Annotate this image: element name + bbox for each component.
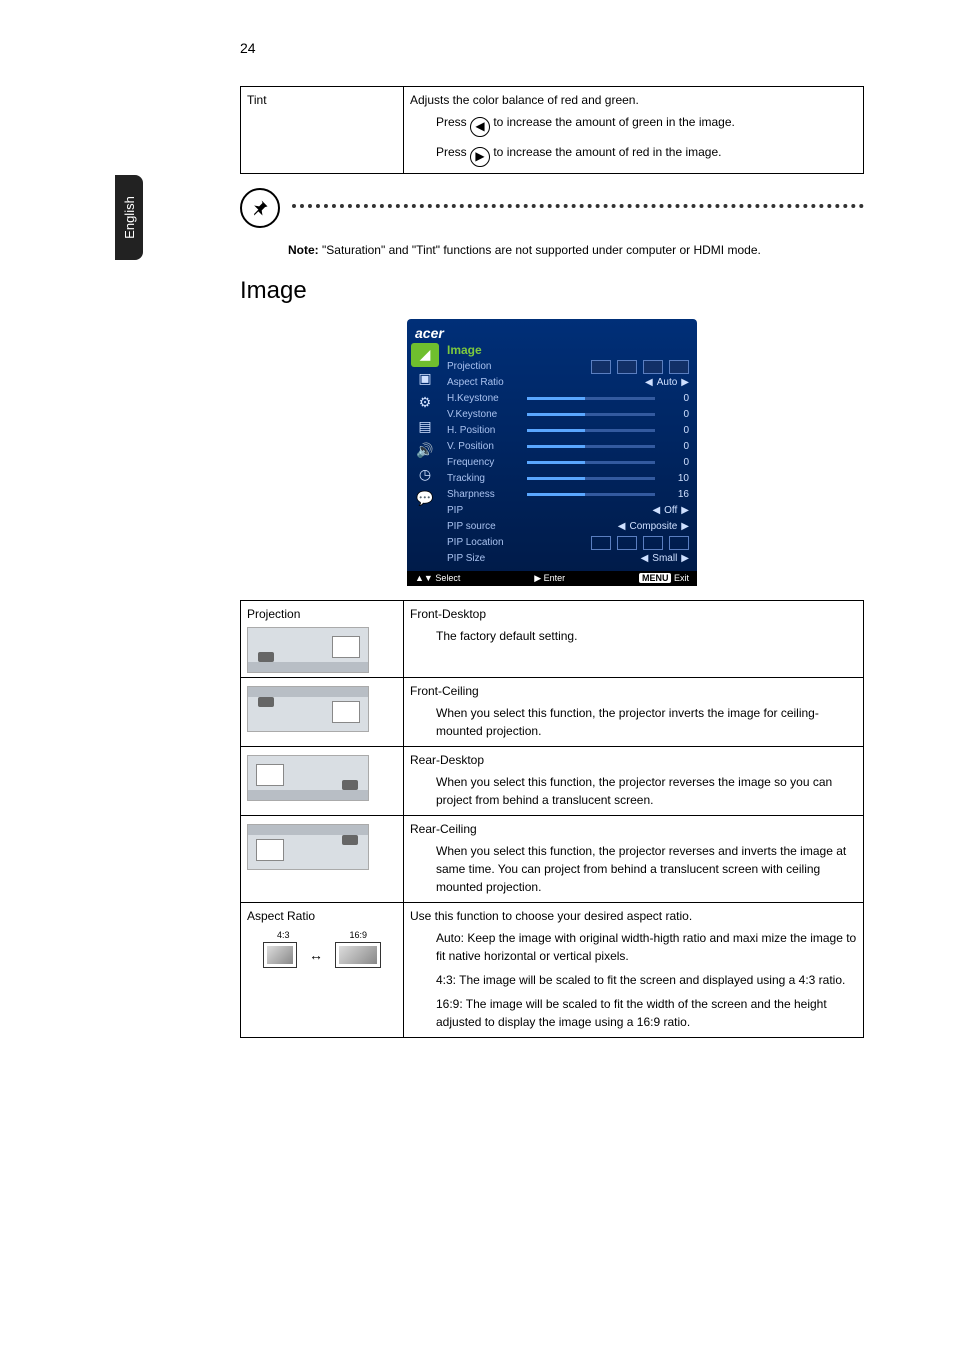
front-desktop-thumb <box>247 627 369 673</box>
projection-label: Projection <box>247 607 300 621</box>
label-43: 4:3 <box>277 929 290 943</box>
language-tab: English <box>115 175 143 260</box>
tint-label: Tint <box>241 87 404 174</box>
aspect-169: 16:9: The image will be scaled to fit th… <box>410 991 857 1033</box>
pin-icon <box>250 198 270 218</box>
osd-sidebar: ◢ ▣ ⚙ ▤ 🔊 ◷ 💬 <box>407 341 443 571</box>
page-number: 24 <box>240 40 864 56</box>
label-169: 16:9 <box>349 929 367 943</box>
osd-tab-color-icon: ◢ <box>411 343 439 367</box>
aspect-label-cell: Aspect Ratio 4:3 16:9 ↔ <box>241 902 404 1037</box>
rear-desktop-desc: When you select this function, the proje… <box>410 769 857 811</box>
language-tab-label: English <box>122 196 137 239</box>
image-settings-table: Projection Front-Desktop The factory def… <box>240 600 864 1038</box>
rear-ceiling-thumb <box>247 824 369 870</box>
rear-ceiling-title: Rear-Ceiling <box>410 820 857 838</box>
rear-ceiling-thumb-cell <box>241 815 404 902</box>
osd-title: Image <box>447 343 689 359</box>
aspect-43: 4:3: The image will be scaled to fit the… <box>410 967 857 991</box>
tint-press-left: Press ◀ to increase the amount of green … <box>410 109 857 139</box>
note-dots <box>292 204 864 208</box>
rear-desktop-thumb-cell <box>241 746 404 815</box>
note-text: Note: "Saturation" and "Tint" functions … <box>240 242 864 259</box>
front-ceiling-thumb <box>247 686 369 732</box>
tint-table: Tint Adjusts the color balance of red an… <box>240 86 864 174</box>
box-43-icon <box>263 942 297 968</box>
arrow-icon: ↔ <box>309 945 323 966</box>
osd-screenshot: acer ◢ ▣ ⚙ ▤ 🔊 ◷ 💬 Image Projection <box>240 319 864 586</box>
tint-cell: Adjusts the color balance of red and gre… <box>404 87 864 174</box>
rear-desktop-cell: Rear-Desktop When you select this functi… <box>404 746 864 815</box>
osd-tab-image-icon: ▣ <box>411 367 439 391</box>
note-bold: Note: <box>288 243 319 257</box>
right-arrow-icon: ▶ <box>470 147 490 167</box>
rear-desktop-title: Rear-Desktop <box>410 751 857 769</box>
front-ceiling-thumb-cell <box>241 677 404 746</box>
rear-desktop-thumb <box>247 755 369 801</box>
tint-press-right: Press ▶ to increase the amount of red in… <box>410 139 857 169</box>
rear-ceiling-cell: Rear-Ceiling When you select this functi… <box>404 815 864 902</box>
osd-tab-audio-icon: 🔊 <box>411 439 439 463</box>
rear-ceiling-desc: When you select this function, the proje… <box>410 838 857 898</box>
osd-tab-mgmt-icon: ▤ <box>411 415 439 439</box>
front-ceiling-title: Front-Ceiling <box>410 682 857 700</box>
box-169-icon <box>335 942 381 968</box>
front-desktop-cell: Front-Desktop The factory default settin… <box>404 600 864 677</box>
front-desktop-desc: The factory default setting. <box>410 623 857 647</box>
section-title: Image <box>240 277 864 305</box>
note-row <box>240 188 864 228</box>
tint-desc: Adjusts the color balance of red and gre… <box>410 91 857 109</box>
osd-tab-timer-icon: ◷ <box>411 463 439 487</box>
left-arrow-icon: ◀ <box>470 117 490 137</box>
front-ceiling-desc: When you select this function, the proje… <box>410 700 857 742</box>
note-icon <box>240 188 280 228</box>
osd-tab-setting-icon: ⚙ <box>411 391 439 415</box>
projection-label-cell: Projection <box>241 600 404 677</box>
osd-tab-lang-icon: 💬 <box>411 487 439 511</box>
osd-brand: acer <box>415 325 444 341</box>
osd-footer: ▲▼ Select ▶ Enter MENU Exit <box>407 571 697 586</box>
front-ceiling-cell: Front-Ceiling When you select this funct… <box>404 677 864 746</box>
aspect-label: Aspect Ratio <box>247 909 315 923</box>
aspect-intro: Use this function to choose your desired… <box>410 907 857 925</box>
aspect-desc-cell: Use this function to choose your desired… <box>404 902 864 1037</box>
note-body: "Saturation" and "Tint" functions are no… <box>319 243 761 257</box>
aspect-auto: Auto: Keep the image with original width… <box>410 925 857 967</box>
front-desktop-title: Front-Desktop <box>410 605 857 623</box>
aspect-diagram: 4:3 16:9 ↔ <box>247 929 397 969</box>
